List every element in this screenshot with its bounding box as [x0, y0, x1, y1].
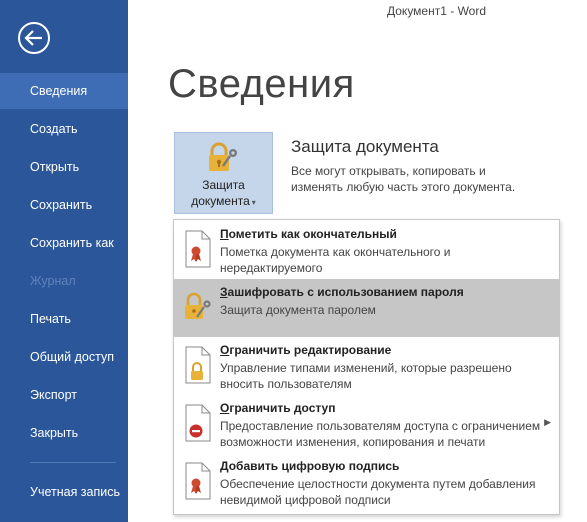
menu-item-title: Зашифровать с использованием пароля: [220, 285, 464, 299]
protect-label-line1: Защита: [202, 178, 245, 192]
backstage-sidebar: Сведения Создать Открыть Сохранить Сохра…: [0, 0, 128, 522]
protect-document-button[interactable]: Защита документа ▾: [174, 132, 273, 214]
page-title: Сведения: [168, 62, 355, 106]
menu-item-description: Предоставление пользователям доступа с о…: [220, 419, 541, 449]
restrict-editing-icon: [185, 346, 211, 384]
menu-item-title: Пометить как окончательный: [220, 227, 397, 241]
protect-document-menu: Пометить как окончательный Пометка докум…: [173, 219, 560, 515]
nav-share[interactable]: Общий доступ: [0, 339, 128, 375]
restrict-access-icon: [185, 404, 211, 442]
menu-item-description: Пометка документа как окончательного и н…: [220, 245, 451, 275]
menu-item-title: Добавить цифровую подпись: [220, 459, 400, 473]
window-title: Документ1 - Word: [387, 4, 487, 18]
nav-history: Журнал: [30, 274, 76, 288]
chevron-right-icon: ▶: [544, 417, 551, 427]
back-arrow-icon: [18, 22, 50, 54]
menu-item-restrict-editing[interactable]: Ограничить редактирование Управление тип…: [174, 337, 559, 395]
nav-export[interactable]: Экспорт: [0, 377, 128, 413]
menu-item-encrypt-password[interactable]: Зашифровать с использованием пароля Защи…: [174, 279, 559, 337]
digital-signature-icon: [185, 462, 211, 500]
menu-item-description: Обеспечение целостности документа путем …: [220, 477, 536, 507]
menu-item-title: Ограничить редактирование: [220, 343, 392, 357]
nav-info[interactable]: Сведения: [0, 73, 128, 109]
menu-item-title: Ограничить доступ: [220, 401, 336, 415]
menu-item-description: Управление типами изменений, которые раз…: [220, 361, 512, 391]
menu-item-mark-final[interactable]: Пометить как окончательный Пометка докум…: [174, 221, 559, 279]
nav-save[interactable]: Сохранить: [0, 187, 128, 223]
nav-account[interactable]: Учетная запись: [30, 484, 120, 501]
back-button[interactable]: [14, 18, 54, 58]
nav-new[interactable]: Создать: [0, 111, 128, 147]
menu-item-restrict-access[interactable]: Ограничить доступ Предоставление пользов…: [174, 395, 559, 453]
chevron-down-icon: ▾: [251, 198, 256, 207]
nav-close[interactable]: Закрыть: [0, 415, 128, 451]
mark-final-icon: [185, 230, 211, 268]
protect-section-heading: Защита документа: [291, 137, 439, 156]
nav-save-as[interactable]: Сохранить как: [0, 225, 128, 261]
sidebar-divider: [30, 462, 116, 463]
encrypt-lock-icon: [185, 292, 211, 319]
lock-key-icon: [209, 142, 237, 171]
protect-section-description: Все могут открывать, копировать и изменя…: [291, 164, 516, 194]
menu-item-digital-signature[interactable]: Добавить цифровую подпись Обеспечение це…: [174, 453, 559, 511]
menu-item-description: Защита документа паролем: [220, 303, 376, 317]
protect-document-label: Защита документа ▾: [175, 177, 272, 211]
nav-open[interactable]: Открыть: [0, 149, 128, 185]
protect-label-line2: документа: [191, 194, 250, 208]
nav-print[interactable]: Печать: [0, 301, 128, 337]
